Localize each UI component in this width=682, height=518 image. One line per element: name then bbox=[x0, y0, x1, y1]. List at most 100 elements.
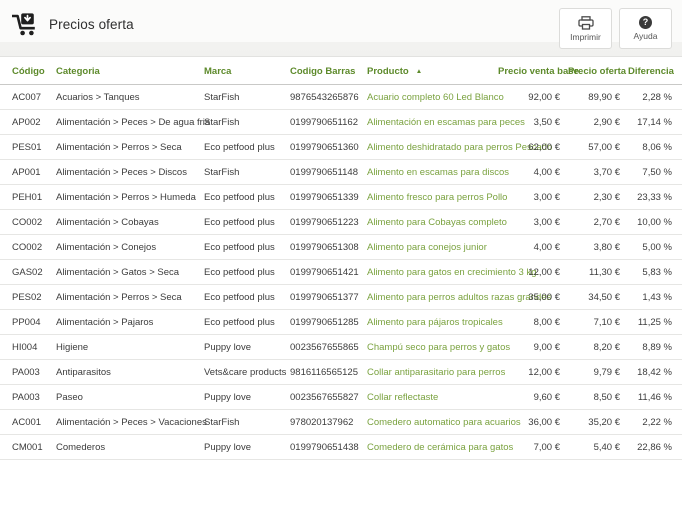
cell-categoria: Paseo bbox=[52, 385, 200, 410]
cell-codigo_barras: 0023567655827 bbox=[286, 385, 363, 410]
offers-table: CódigoCategoriaMarcaCodigo BarrasProduct… bbox=[0, 57, 682, 460]
toolbar: Imprimir ? Ayuda bbox=[559, 8, 672, 49]
cell-diferencia: 23,33 % bbox=[624, 185, 682, 210]
cell-codigo_barras: 0199790651308 bbox=[286, 235, 363, 260]
cell-codigo: CO002 bbox=[0, 210, 52, 235]
cell-producto[interactable]: Alimento para conejos junior bbox=[363, 235, 494, 260]
cell-producto[interactable]: Acuario completo 60 Led Blanco bbox=[363, 85, 494, 110]
cell-categoria: Acuarios > Tanques bbox=[52, 85, 200, 110]
table-row[interactable]: AC007Acuarios > TanquesStarFish987654326… bbox=[0, 85, 682, 110]
cell-diferencia: 8,06 % bbox=[624, 135, 682, 160]
cell-categoria: Alimentación > Perros > Seca bbox=[52, 135, 200, 160]
cell-precio_oferta: 57,00 € bbox=[564, 135, 624, 160]
cell-codigo_barras: 9816116565125 bbox=[286, 360, 363, 385]
page-title: Precios oferta bbox=[49, 17, 134, 32]
table-row[interactable]: PES01Alimentación > Perros > SecaEco pet… bbox=[0, 135, 682, 160]
table-row[interactable]: AC001Alimentación > Peces > VacacionesSt… bbox=[0, 410, 682, 435]
help-button-label: Ayuda bbox=[634, 32, 658, 41]
column-header-categoria[interactable]: Categoria bbox=[52, 57, 200, 85]
cell-marca: Vets&care products bbox=[200, 360, 286, 385]
table-row[interactable]: PA003AntiparasitosVets&care products9816… bbox=[0, 360, 682, 385]
cell-diferencia: 11,46 % bbox=[624, 385, 682, 410]
cell-marca: StarFish bbox=[200, 160, 286, 185]
cell-precio_oferta: 89,90 € bbox=[564, 85, 624, 110]
cell-marca: Puppy love bbox=[200, 335, 286, 360]
table-row[interactable]: CO002Alimentación > ConejosEco petfood p… bbox=[0, 235, 682, 260]
cell-categoria: Alimentación > Conejos bbox=[52, 235, 200, 260]
cell-marca: Eco petfood plus bbox=[200, 135, 286, 160]
cell-marca: Puppy love bbox=[200, 385, 286, 410]
cell-marca: Puppy love bbox=[200, 435, 286, 460]
table-row[interactable]: CO002Alimentación > CobayasEco petfood p… bbox=[0, 210, 682, 235]
cell-diferencia: 5,00 % bbox=[624, 235, 682, 260]
column-header-codigo_barras[interactable]: Codigo Barras bbox=[286, 57, 363, 85]
column-header-diferencia[interactable]: Diferencia bbox=[624, 57, 682, 85]
cell-codigo: PP004 bbox=[0, 310, 52, 335]
cell-producto[interactable]: Collar antiparasitario para perros bbox=[363, 360, 494, 385]
cell-marca: Eco petfood plus bbox=[200, 310, 286, 335]
column-header-producto[interactable]: Producto▲ bbox=[363, 57, 494, 85]
printer-icon bbox=[578, 16, 594, 30]
cell-producto[interactable]: Collar reflectaste bbox=[363, 385, 494, 410]
cell-marca: StarFish bbox=[200, 410, 286, 435]
cell-codigo: AC001 bbox=[0, 410, 52, 435]
cell-producto[interactable]: Alimento para perros adultos razas grand… bbox=[363, 285, 494, 310]
column-header-precio_venta_base[interactable]: Precio venta base bbox=[494, 57, 564, 85]
cell-producto[interactable]: Champú seco para perros y gatos bbox=[363, 335, 494, 360]
cell-precio_oferta: 8,50 € bbox=[564, 385, 624, 410]
table-row[interactable]: PP004Alimentación > PajarosEco petfood p… bbox=[0, 310, 682, 335]
cell-producto[interactable]: Alimento en escamas para discos bbox=[363, 160, 494, 185]
cell-codigo_barras: 0023567655865 bbox=[286, 335, 363, 360]
cell-precio_oferta: 34,50 € bbox=[564, 285, 624, 310]
cell-categoria: Comederos bbox=[52, 435, 200, 460]
cell-codigo_barras: 0199790651360 bbox=[286, 135, 363, 160]
cell-precio_oferta: 2,30 € bbox=[564, 185, 624, 210]
cell-producto[interactable]: Alimento para pájaros tropicales bbox=[363, 310, 494, 335]
cell-precio_oferta: 35,20 € bbox=[564, 410, 624, 435]
cell-categoria: Antiparasitos bbox=[52, 360, 200, 385]
sort-asc-icon: ▲ bbox=[416, 68, 422, 75]
table-row[interactable]: AP002Alimentación > Peces > De agua fria… bbox=[0, 110, 682, 135]
table-row[interactable]: HI004HigienePuppy love0023567655865Champ… bbox=[0, 335, 682, 360]
cell-categoria: Alimentación > Perros > Seca bbox=[52, 285, 200, 310]
app-header: Precios oferta Imprimir ? Ayuda bbox=[0, 0, 682, 57]
cell-codigo: AC007 bbox=[0, 85, 52, 110]
cell-precio_oferta: 2,70 € bbox=[564, 210, 624, 235]
cell-precio_oferta: 2,90 € bbox=[564, 110, 624, 135]
table-row[interactable]: PEH01Alimentación > Perros > HumedaEco p… bbox=[0, 185, 682, 210]
column-header-codigo[interactable]: Código bbox=[0, 57, 52, 85]
cell-producto[interactable]: Alimentación en escamas para peces bbox=[363, 110, 494, 135]
cell-producto[interactable]: Alimento para gatos en crecimiento 3 kg. bbox=[363, 260, 494, 285]
cell-precio_oferta: 3,80 € bbox=[564, 235, 624, 260]
cell-categoria: Higiene bbox=[52, 335, 200, 360]
cell-marca: Eco petfood plus bbox=[200, 185, 286, 210]
cell-marca: StarFish bbox=[200, 85, 286, 110]
cell-producto[interactable]: Comedero automatico para acuarios bbox=[363, 410, 494, 435]
table-row[interactable]: PA003PaseoPuppy love0023567655827Collar … bbox=[0, 385, 682, 410]
cell-codigo_barras: 978020137962 bbox=[286, 410, 363, 435]
print-button-label: Imprimir bbox=[570, 33, 601, 42]
cell-categoria: Alimentación > Peces > Discos bbox=[52, 160, 200, 185]
cell-producto[interactable]: Comedero de cerámica para gatos bbox=[363, 435, 494, 460]
table-row[interactable]: CM001ComederosPuppy love0199790651438Com… bbox=[0, 435, 682, 460]
cell-codigo: PES02 bbox=[0, 285, 52, 310]
cell-precio_oferta: 3,70 € bbox=[564, 160, 624, 185]
print-button[interactable]: Imprimir bbox=[559, 8, 612, 49]
cell-precio_oferta: 11,30 € bbox=[564, 260, 624, 285]
help-button[interactable]: ? Ayuda bbox=[619, 8, 672, 49]
title-group: Precios oferta bbox=[12, 12, 134, 37]
column-header-marca[interactable]: Marca bbox=[200, 57, 286, 85]
cell-categoria: Alimentación > Perros > Humeda bbox=[52, 185, 200, 210]
table-row[interactable]: AP001Alimentación > Peces > DiscosStarFi… bbox=[0, 160, 682, 185]
cell-codigo: GAS02 bbox=[0, 260, 52, 285]
cell-categoria: Alimentación > Peces > Vacaciones bbox=[52, 410, 200, 435]
cell-producto[interactable]: Alimento para Cobayas completo bbox=[363, 210, 494, 235]
cell-producto[interactable]: Alimento fresco para perros Pollo bbox=[363, 185, 494, 210]
table-row[interactable]: GAS02Alimentación > Gatos > SecaEco petf… bbox=[0, 260, 682, 285]
offers-table-head: CódigoCategoriaMarcaCodigo BarrasProduct… bbox=[0, 57, 682, 85]
cell-producto[interactable]: Alimento deshidratado para perros Pescad… bbox=[363, 135, 494, 160]
cell-diferencia: 1,43 % bbox=[624, 285, 682, 310]
header-row: CódigoCategoriaMarcaCodigo BarrasProduct… bbox=[0, 57, 682, 85]
column-header-precio_oferta[interactable]: Precio oferta bbox=[564, 57, 624, 85]
table-row[interactable]: PES02Alimentación > Perros > SecaEco pet… bbox=[0, 285, 682, 310]
